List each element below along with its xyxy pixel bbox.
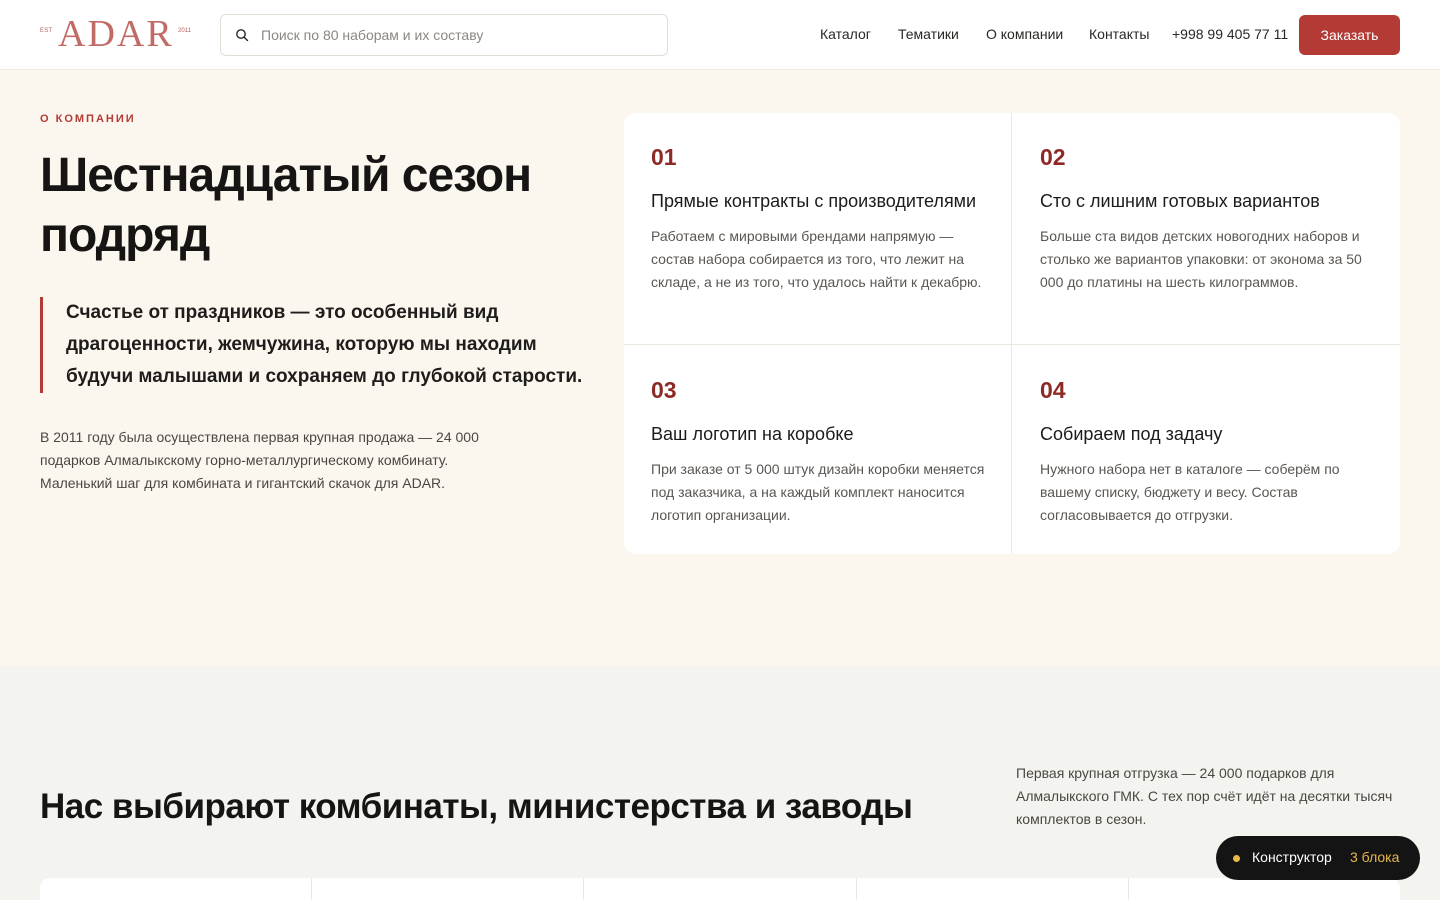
search-icon — [236, 29, 249, 42]
feature-description: Работаем с мировыми брендами напрямую — … — [651, 228, 982, 290]
logo-wordmark: ADAR — [58, 13, 174, 55]
search-input[interactable]: Поиск по 80 наборам и их составу — [220, 14, 668, 56]
constructor-count: 3 блока — [1350, 849, 1400, 865]
feature-card: 03 Ваш логотип на коробке При заказе от … — [624, 346, 1011, 527]
search-placeholder: Поиск по 80 наборам и их составу — [261, 27, 484, 43]
order-button[interactable]: Заказать — [1299, 15, 1400, 55]
feature-title: Прямые контракты с производителями — [651, 191, 977, 211]
strip-divider — [856, 878, 857, 900]
clients-logo-strip — [40, 878, 1400, 900]
feature-title: Собираем под задачу — [1040, 424, 1223, 444]
section-eyebrow: О КОМПАНИИ — [40, 113, 136, 125]
clients-title: Нас выбирают комбинаты, министерства и з… — [40, 787, 913, 826]
feature-card: 04 Собираем под задачу Нужного набора не… — [1013, 346, 1400, 527]
nav-about[interactable]: О компании — [986, 26, 1063, 42]
nav-themes[interactable]: Тематики — [898, 26, 959, 42]
nav-catalog[interactable]: Каталог — [820, 26, 871, 42]
constructor-button[interactable]: Конструктор 3 блока — [1216, 836, 1420, 880]
grid-divider-vertical — [1011, 113, 1012, 554]
phone-link[interactable]: +998 99 405 77 11 — [1172, 26, 1288, 42]
feature-card: 01 Прямые контракты с производителями Ра… — [624, 113, 1011, 294]
feature-description: При заказе от 5 000 штук дизайн коробки … — [651, 461, 985, 523]
feature-number: 02 — [1040, 144, 1066, 170]
feature-number: 01 — [651, 144, 677, 170]
site-header: EST ADAR 2011 Поиск по 80 наборам и их с… — [0, 0, 1440, 70]
feature-title: Ваш логотип на коробке — [651, 424, 854, 444]
page-title: Шестнадцатый сезон подряд — [40, 149, 532, 262]
logo[interactable]: EST ADAR 2011 — [40, 14, 200, 54]
logo-year: 2011 — [178, 28, 191, 34]
feature-description: Нужного набора нет в каталоге — соберём … — [1040, 461, 1340, 523]
feature-title: Сто с лишним готовых вариантов — [1040, 191, 1320, 211]
feature-description: Больше ста видов детских новогодних набо… — [1040, 228, 1362, 290]
feature-number: 04 — [1040, 377, 1066, 403]
status-dot-icon — [1233, 855, 1240, 862]
strip-divider — [1128, 878, 1129, 900]
feature-number: 03 — [651, 377, 677, 403]
feature-card: 02 Сто с лишним готовых вариантов Больше… — [1013, 113, 1400, 294]
strip-divider — [583, 878, 584, 900]
grid-divider-horizontal — [624, 344, 1400, 345]
constructor-label: Конструктор — [1252, 849, 1332, 865]
logo-est: EST — [40, 28, 53, 34]
clients-note: Первая крупная отгрузка — 24 000 подарко… — [1016, 765, 1393, 827]
quote-block: Счастье от праздников — это особенный ви… — [40, 297, 600, 393]
nav-contacts[interactable]: Контакты — [1089, 26, 1149, 42]
strip-divider — [311, 878, 312, 900]
features-grid: 01 Прямые контракты с производителями Ра… — [624, 113, 1400, 554]
about-paragraph: В 2011 году была осуществлена первая кру… — [40, 429, 479, 491]
